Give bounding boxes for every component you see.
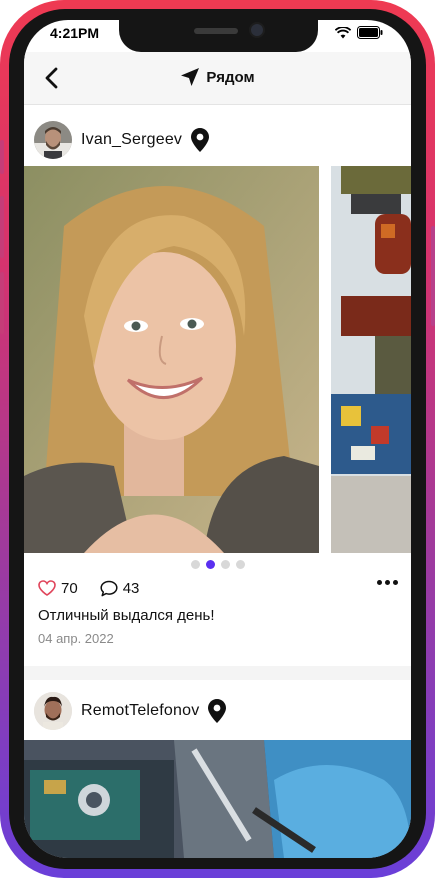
navigation-arrow-icon [181,68,200,86]
app-header: Рядом [24,52,411,105]
post-caption: Отличный выдался день! [38,607,215,624]
carousel-dot[interactable] [220,560,230,569]
avatar[interactable] [34,692,72,730]
comment-count: 43 [122,579,140,597]
power-button [431,226,435,326]
carousel-dot[interactable] [235,560,245,569]
photo-carousel[interactable] [24,166,411,553]
heart-icon [38,580,56,596]
more-dot [377,580,382,585]
like-button[interactable]: 70 [38,580,78,597]
post-photo-phone-repair[interactable] [24,740,411,858]
location-pin-icon [208,699,227,723]
avatar[interactable] [34,121,72,159]
notch [119,20,318,52]
volume-up-button [0,196,4,258]
battery-icon [357,26,383,39]
front-camera [249,22,265,38]
volume-down-button [0,272,4,334]
speaker [194,28,238,34]
phone-screen: 4:21PM Рядом Ivan_Sergeev 70 43 Отличный… [24,20,411,858]
more-dot [393,580,398,585]
status-icons [335,26,383,39]
post-date: 04 апр. 2022 [38,631,114,646]
status-time: 4:21PM [50,25,100,41]
username[interactable]: RemotTelefonov [81,702,199,720]
header-title-group: Рядом [24,67,411,87]
photo-carousel[interactable] [24,740,411,858]
carousel-dot[interactable] [190,560,200,569]
username[interactable]: Ivan_Sergeev [81,131,182,149]
post-photo-woman[interactable] [24,166,319,553]
like-count: 70 [61,579,78,597]
post-actions: 70 43 [38,578,398,598]
comment-button[interactable]: 43 [100,579,140,597]
wifi-icon [335,26,351,38]
page-title: Рядом [206,68,255,86]
location-pin-icon [191,128,210,152]
more-dot [385,580,390,585]
mute-switch [0,140,4,174]
post-author-row[interactable]: RemotTelefonov [34,691,227,731]
more-options-button[interactable] [377,580,398,585]
post-separator [24,666,411,680]
carousel-dot-active[interactable] [205,560,215,569]
post-author-row[interactable]: Ivan_Sergeev [34,120,210,160]
comment-bubble-icon [100,580,118,596]
post-photo-mosaic-sculpture[interactable] [331,166,411,553]
carousel-indicator [24,560,411,569]
